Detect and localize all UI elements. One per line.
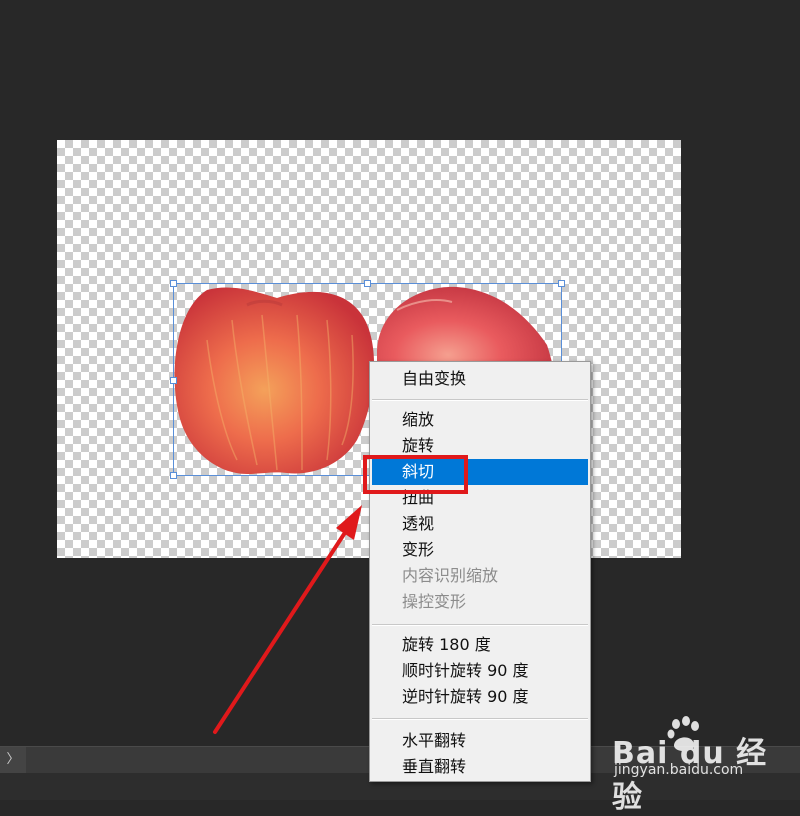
menu-item-perspective[interactable]: 透视 bbox=[372, 511, 588, 537]
transform-handle-top-left[interactable] bbox=[170, 280, 177, 287]
menu-item-rotate-90-ccw[interactable]: 逆时针旋转 90 度 bbox=[372, 684, 588, 710]
menu-item-rotate-180[interactable]: 旋转 180 度 bbox=[372, 632, 588, 658]
menu-separator bbox=[372, 624, 588, 626]
chevron-right-icon[interactable]: 〉 bbox=[0, 747, 26, 773]
workspace: 〉 自由变换 缩放 旋转 斜切 扭曲 透视 变形 内容识别缩放 操控变形 旋转 … bbox=[0, 0, 800, 815]
menu-item-content-aware-scale: 内容识别缩放 bbox=[402, 566, 499, 585]
annotation-highlight-box bbox=[363, 455, 468, 494]
menu-item-flip-horizontal[interactable]: 水平翻转 bbox=[372, 728, 588, 754]
menu-item-puppet-warp: 操控变形 bbox=[402, 592, 467, 611]
transform-handle-top-right[interactable] bbox=[558, 280, 565, 287]
menu-item-warp[interactable]: 变形 bbox=[372, 537, 588, 563]
transform-handle-bottom-left[interactable] bbox=[170, 472, 177, 479]
menu-separator bbox=[372, 399, 588, 401]
menu-separator bbox=[372, 718, 588, 720]
transform-handle-middle-left[interactable] bbox=[170, 377, 177, 384]
transform-context-menu: 自由变换 缩放 旋转 斜切 扭曲 透视 变形 内容识别缩放 操控变形 旋转 18… bbox=[369, 361, 591, 782]
baidu-jingyan-watermark: Bai du 经验 jingyan.baidu.com bbox=[612, 716, 792, 815]
watermark-url: jingyan.baidu.com bbox=[614, 762, 744, 778]
menu-item-free-transform[interactable]: 自由变换 bbox=[372, 366, 588, 392]
menu-item-rotate-90-cw[interactable]: 顺时针旋转 90 度 bbox=[372, 658, 588, 684]
menu-item-scale[interactable]: 缩放 bbox=[372, 407, 588, 433]
menu-item-flip-vertical[interactable]: 垂直翻转 bbox=[372, 754, 588, 780]
transform-handle-top-center[interactable] bbox=[364, 280, 371, 287]
